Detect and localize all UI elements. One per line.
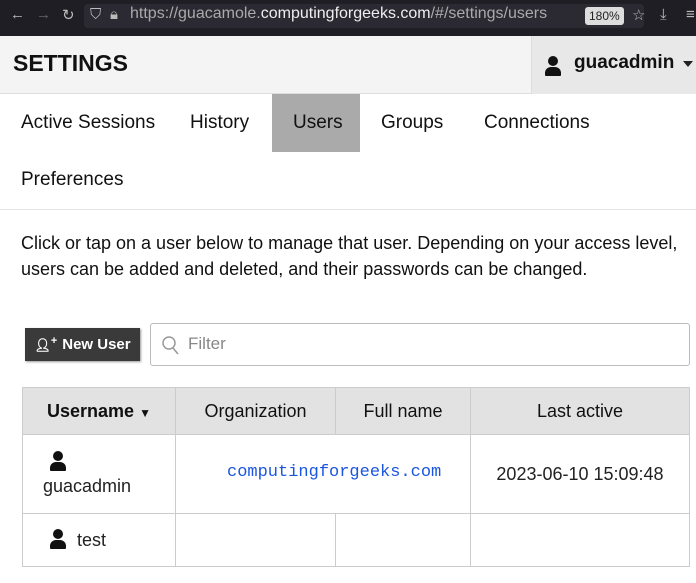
browser-toolbar: ← → ↻ ⛉ 🔒︎ https://guacamole.computingfo… [0, 0, 696, 36]
last-active-cell [470, 513, 690, 567]
column-organization[interactable]: Organization [175, 387, 336, 435]
tab-users[interactable]: Users [272, 94, 360, 152]
new-user-button[interactable]: 👤︎+ New User [25, 328, 140, 361]
organization-cell [175, 513, 336, 567]
user-menu-name[interactable]: guacadmin [574, 52, 674, 74]
filter-field[interactable] [150, 323, 690, 366]
username-cell[interactable]: test [22, 513, 176, 567]
username: guacadmin [43, 476, 132, 496]
url-domain: computingforgeeks.com [260, 5, 431, 22]
organization: computingforgeeks.com [227, 463, 442, 482]
add-user-icon: 👤︎+ [34, 335, 58, 353]
lock-icon[interactable]: 🔒︎ [110, 6, 118, 23]
organization-cell: computingforgeeks.com [175, 434, 471, 514]
tab-groups[interactable]: Groups [360, 94, 464, 152]
divider [0, 209, 696, 210]
tab-connections[interactable]: Connections [463, 94, 611, 152]
username-cell[interactable]: guacadmin [22, 434, 176, 514]
last-active-cell: 2023-06-10 15:09:48 [470, 434, 690, 514]
column-username[interactable]: Username ▼ [22, 387, 176, 435]
column-last-active[interactable]: Last active [470, 387, 690, 435]
users-table: Username ▼ Organization Full name Last a… [22, 387, 690, 567]
shield-icon[interactable]: ⛉ [90, 6, 101, 23]
search-icon [162, 336, 179, 355]
zoom-level[interactable]: 180% [585, 7, 624, 25]
filter-input[interactable] [188, 334, 668, 354]
description: Click or tap on a user below to manage t… [21, 233, 678, 279]
tab-active-sessions[interactable]: Active Sessions [0, 94, 176, 152]
table-row[interactable]: guacadmin computingforgeeks.com 2023-06-… [22, 434, 690, 514]
tab-preferences[interactable]: Preferences [0, 151, 144, 209]
chevron-down-icon[interactable] [683, 61, 693, 67]
url-prefix: https://guacamole. [130, 5, 261, 22]
page-title: SETTINGS [13, 50, 129, 76]
user-icon [49, 451, 67, 471]
url-suffix: /#/settings/users [430, 5, 548, 22]
header-label: Username [47, 400, 135, 421]
back-icon[interactable]: ← [10, 6, 25, 23]
username: test [77, 530, 107, 550]
table-header-row: Username ▼ Organization Full name Last a… [22, 387, 690, 435]
menu-icon[interactable]: ≡ [686, 6, 695, 23]
forward-icon[interactable]: → [36, 6, 51, 23]
reload-icon[interactable]: ↻ [62, 6, 75, 24]
user-icon [49, 529, 67, 549]
full-name-cell [335, 513, 471, 567]
column-full-name[interactable]: Full name [335, 387, 471, 435]
star-icon[interactable]: ☆ [632, 6, 645, 24]
new-user-label: New User [62, 336, 131, 353]
download-icon[interactable]: ⤓ [660, 6, 667, 23]
tab-history[interactable]: History [169, 94, 270, 152]
url-text[interactable]: https://guacamole.computingforgeeks.com/… [130, 5, 547, 23]
table-row[interactable]: test [22, 513, 690, 567]
user-icon [544, 56, 562, 76]
sort-caret-icon: ▼ [139, 405, 151, 420]
